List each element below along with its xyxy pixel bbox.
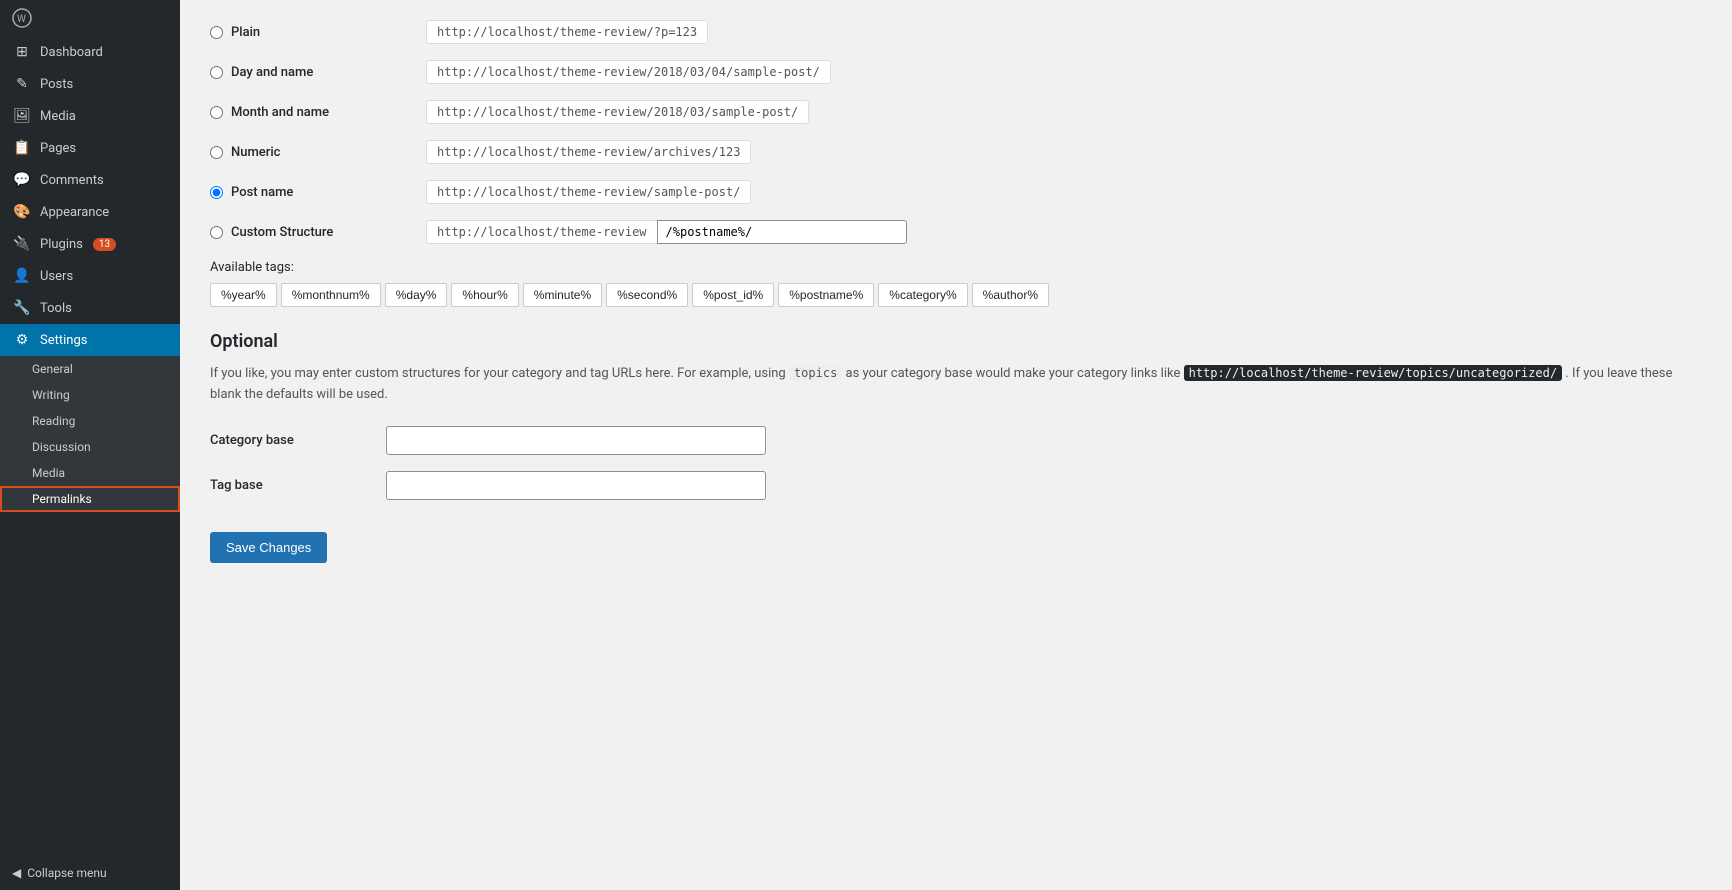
- day-name-url: http://localhost/theme-review/2018/03/04…: [426, 60, 831, 84]
- category-base-input[interactable]: [386, 426, 766, 455]
- plain-radio[interactable]: [210, 26, 223, 39]
- sidebar-item-label: Comments: [40, 173, 104, 188]
- submenu-item-permalinks[interactable]: Permalinks: [0, 486, 180, 512]
- custom-radio[interactable]: [210, 226, 223, 239]
- month-name-url: http://localhost/theme-review/2018/03/sa…: [426, 100, 809, 124]
- appearance-icon: 🎨: [12, 204, 32, 220]
- sidebar-logo: W: [0, 0, 180, 36]
- plain-url: http://localhost/theme-review/?p=123: [426, 20, 708, 44]
- optional-description: If you like, you may enter custom struct…: [210, 364, 1702, 406]
- tag-base-input[interactable]: [386, 471, 766, 500]
- tools-icon: 🔧: [12, 300, 32, 316]
- submenu-item-general[interactable]: General: [0, 356, 180, 382]
- available-tags-label: Available tags:: [210, 260, 1702, 275]
- post-name-label[interactable]: Post name: [210, 185, 410, 200]
- permalink-option-plain: Plain http://localhost/theme-review/?p=1…: [210, 20, 1702, 44]
- svg-text:W: W: [17, 14, 26, 25]
- sidebar-item-posts[interactable]: ✎ Posts: [0, 68, 180, 100]
- optional-section: Optional If you like, you may enter cust…: [210, 331, 1702, 563]
- month-name-label[interactable]: Month and name: [210, 105, 410, 120]
- tag-button[interactable]: %monthnum%: [281, 283, 381, 307]
- dashboard-icon: ⊞: [12, 44, 32, 60]
- tag-base-label: Tag base: [210, 478, 370, 493]
- tag-button[interactable]: %post_id%: [692, 283, 774, 307]
- permalink-option-post-name: Post name http://localhost/theme-review/…: [210, 180, 1702, 204]
- settings-submenu: General Writing Reading Discussion Media…: [0, 356, 180, 512]
- permalink-option-numeric: Numeric http://localhost/theme-review/ar…: [210, 140, 1702, 164]
- category-base-label: Category base: [210, 433, 370, 448]
- sidebar-item-tools[interactable]: 🔧 Tools: [0, 292, 180, 324]
- sidebar-item-comments[interactable]: 💬 Comments: [0, 164, 180, 196]
- numeric-url: http://localhost/theme-review/archives/1…: [426, 140, 751, 164]
- submenu-item-discussion[interactable]: Discussion: [0, 434, 180, 460]
- pages-icon: 📋: [12, 140, 32, 156]
- tag-button[interactable]: %year%: [210, 283, 277, 307]
- custom-url-base: http://localhost/theme-review: [426, 220, 657, 244]
- sidebar: W ⊞ Dashboard ✎ Posts 🖼 Media 📋 Pages 💬 …: [0, 0, 180, 890]
- posts-icon: ✎: [12, 76, 32, 92]
- main-content: Plain http://localhost/theme-review/?p=1…: [180, 0, 1732, 890]
- collapse-menu-button[interactable]: ◀ Collapse menu: [0, 856, 180, 890]
- tag-base-row: Tag base: [210, 471, 1702, 500]
- plugins-icon: 🔌: [12, 236, 32, 252]
- month-name-radio[interactable]: [210, 106, 223, 119]
- submenu-item-reading[interactable]: Reading: [0, 408, 180, 434]
- tag-button[interactable]: %postname%: [778, 283, 874, 307]
- comments-icon: 💬: [12, 172, 32, 188]
- sidebar-item-settings[interactable]: ⚙ Settings: [0, 324, 180, 356]
- permalink-option-day-name: Day and name http://localhost/theme-revi…: [210, 60, 1702, 84]
- sidebar-item-label: Tools: [40, 301, 72, 316]
- sidebar-item-label: Users: [40, 269, 73, 284]
- tags-row: %year%%monthnum%%day%%hour%%minute%%seco…: [210, 283, 1702, 307]
- numeric-radio[interactable]: [210, 146, 223, 159]
- sidebar-item-dashboard[interactable]: ⊞ Dashboard: [0, 36, 180, 68]
- users-icon: 👤: [12, 268, 32, 284]
- save-changes-button[interactable]: Save Changes: [210, 532, 327, 563]
- tag-button[interactable]: %category%: [878, 283, 967, 307]
- submenu-item-media-settings[interactable]: Media: [0, 460, 180, 486]
- permalink-option-custom: Custom Structure http://localhost/theme-…: [210, 220, 1702, 244]
- example-url-inline: http://localhost/theme-review/topics/unc…: [1184, 365, 1562, 381]
- sidebar-item-label: Settings: [40, 333, 87, 348]
- settings-icon: ⚙: [12, 332, 32, 348]
- submenu-item-writing[interactable]: Writing: [0, 382, 180, 408]
- available-tags-section: Available tags: %year%%monthnum%%day%%ho…: [210, 260, 1702, 307]
- sidebar-item-plugins[interactable]: 🔌 Plugins 13: [0, 228, 180, 260]
- sidebar-item-label: Pages: [40, 141, 76, 156]
- day-name-label[interactable]: Day and name: [210, 65, 410, 80]
- sidebar-item-label: Plugins: [40, 237, 83, 252]
- tag-button[interactable]: %hour%: [451, 283, 518, 307]
- sidebar-item-label: Dashboard: [40, 45, 103, 60]
- tag-button[interactable]: %author%: [972, 283, 1049, 307]
- custom-structure-input[interactable]: [657, 220, 907, 244]
- collapse-icon: ◀: [12, 866, 21, 880]
- post-name-radio[interactable]: [210, 186, 223, 199]
- tag-button[interactable]: %day%: [385, 283, 448, 307]
- custom-label[interactable]: Custom Structure: [210, 225, 410, 240]
- post-name-url: http://localhost/theme-review/sample-pos…: [426, 180, 751, 204]
- sidebar-item-label: Posts: [40, 77, 73, 92]
- tag-button[interactable]: %second%: [606, 283, 688, 307]
- media-icon: 🖼: [12, 108, 32, 124]
- sidebar-item-label: Appearance: [40, 205, 109, 220]
- plain-label[interactable]: Plain: [210, 25, 410, 40]
- sidebar-item-media[interactable]: 🖼 Media: [0, 100, 180, 132]
- topics-code: topics: [789, 365, 842, 381]
- optional-title: Optional: [210, 331, 1702, 352]
- custom-structure-row: http://localhost/theme-review: [426, 220, 907, 244]
- tag-button[interactable]: %minute%: [523, 283, 602, 307]
- numeric-label[interactable]: Numeric: [210, 145, 410, 160]
- wordpress-logo-icon: W: [12, 8, 32, 28]
- sidebar-item-pages[interactable]: 📋 Pages: [0, 132, 180, 164]
- permalink-option-month-name: Month and name http://localhost/theme-re…: [210, 100, 1702, 124]
- category-base-row: Category base: [210, 426, 1702, 455]
- day-name-radio[interactable]: [210, 66, 223, 79]
- sidebar-item-label: Media: [40, 109, 76, 124]
- sidebar-item-appearance[interactable]: 🎨 Appearance: [0, 196, 180, 228]
- sidebar-item-users[interactable]: 👤 Users: [0, 260, 180, 292]
- plugins-badge: 13: [93, 238, 116, 251]
